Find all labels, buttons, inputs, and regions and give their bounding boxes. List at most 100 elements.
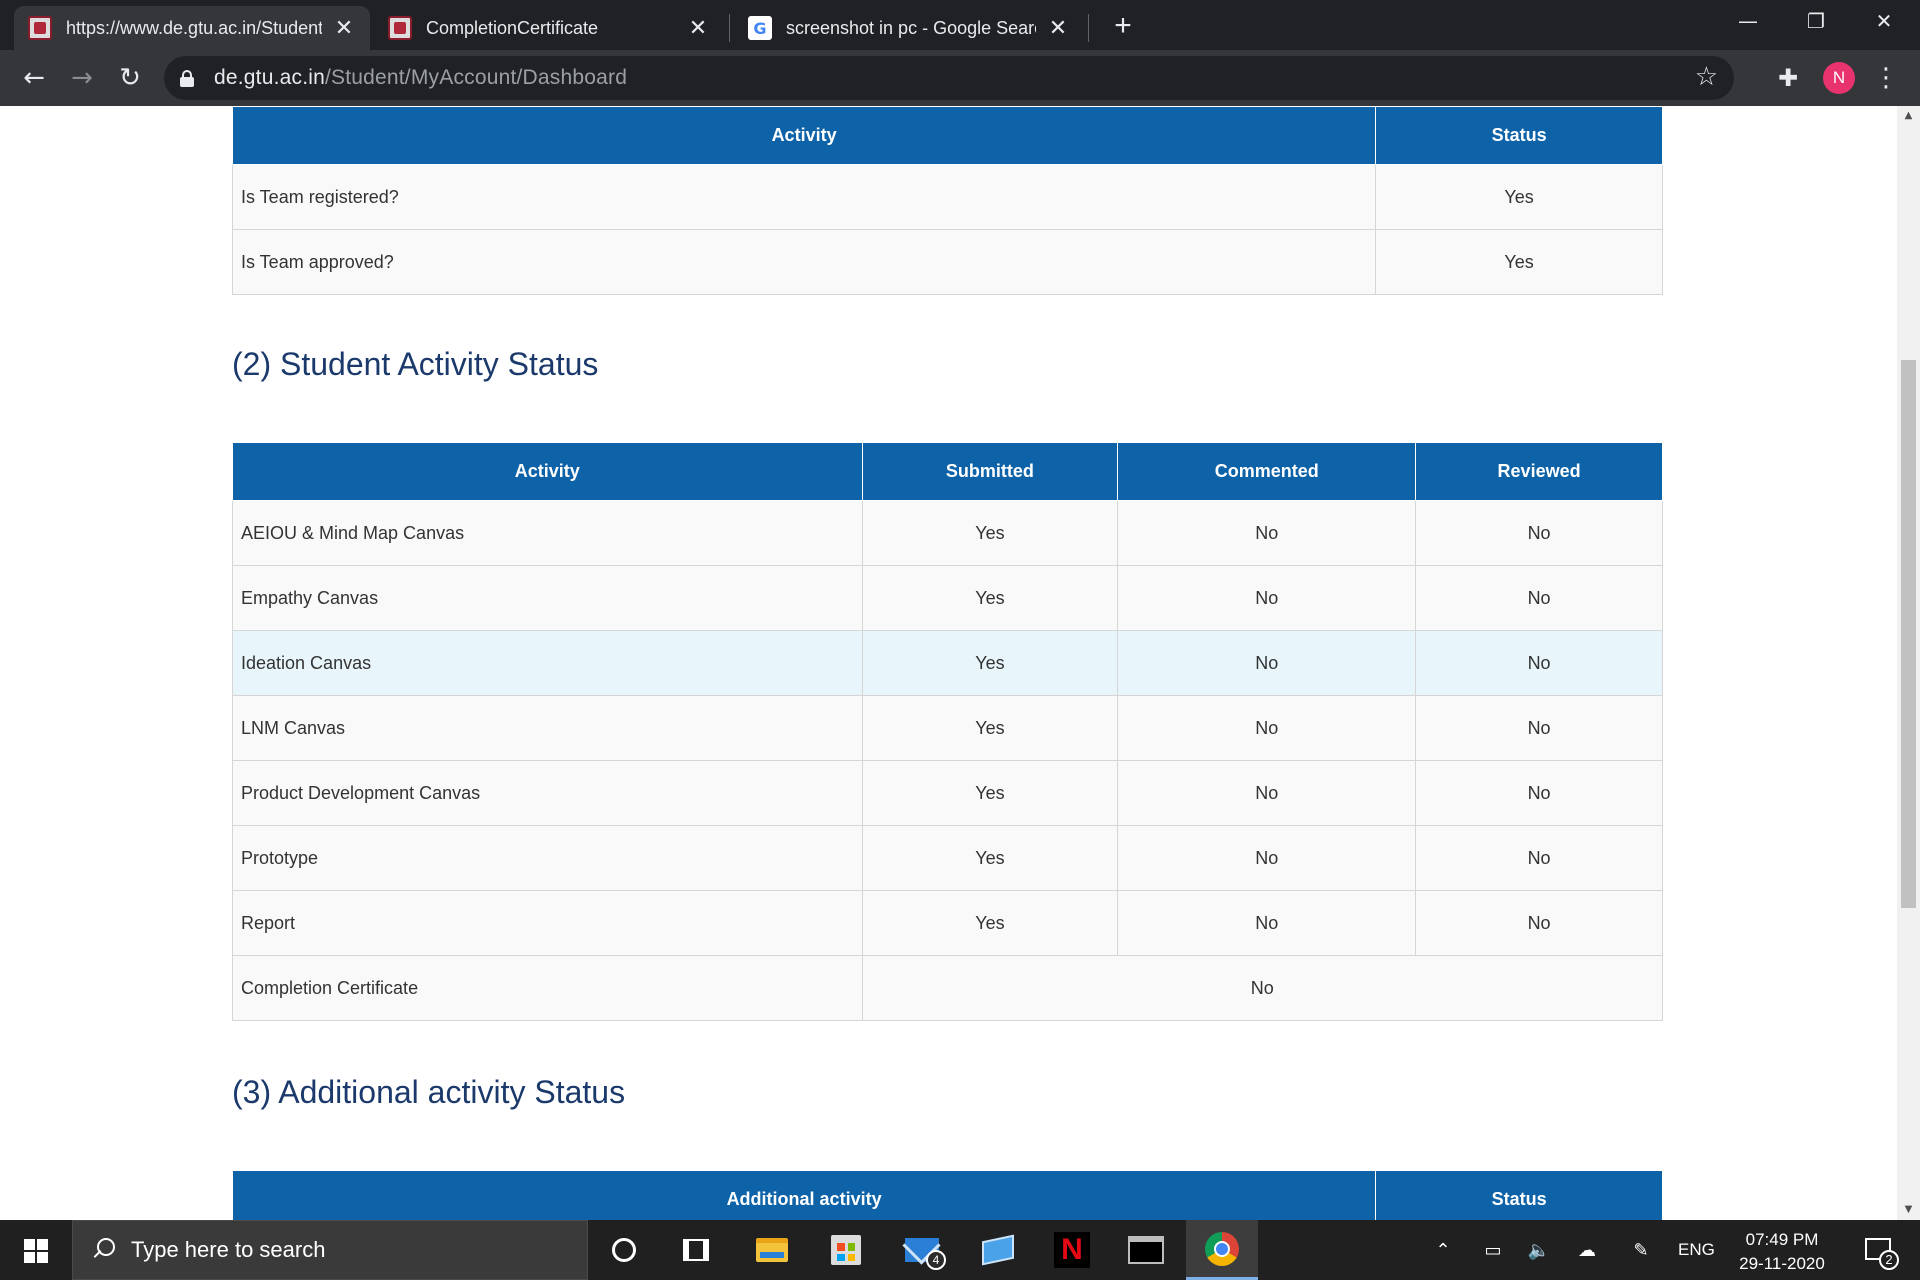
google-favicon-icon: G <box>748 16 772 40</box>
cortana-button[interactable] <box>588 1220 660 1280</box>
scrollbar-thumb[interactable] <box>1901 360 1916 908</box>
reviewed-cell: No <box>1415 890 1663 956</box>
activity-cell: Report <box>232 890 863 956</box>
command-prompt-button[interactable] <box>1110 1220 1182 1280</box>
forward-arrow-icon[interactable]: → <box>62 58 102 98</box>
windows-logo-icon <box>24 1239 48 1263</box>
tab-title: screenshot in pc - Google Search <box>786 17 1036 38</box>
table-row: Ideation Canvas Yes No No <box>232 630 1663 696</box>
section-title-additional-activity: (3) Additional activity Status <box>232 1074 626 1110</box>
table-row: Empathy Canvas Yes No No <box>232 565 1663 631</box>
profile-avatar[interactable]: N <box>1823 62 1855 94</box>
onedrive-cloud-icon[interactable]: ☁ <box>1570 1220 1604 1280</box>
new-tab-button[interactable]: + <box>1105 8 1141 44</box>
scroll-up-arrow-icon[interactable]: ▲ <box>1897 106 1920 126</box>
browser-menu-icon[interactable]: ⋮ <box>1873 60 1899 96</box>
minimize-button[interactable]: — <box>1714 0 1782 42</box>
clock-date: 29-11-2020 <box>1739 1254 1825 1273</box>
chrome-taskbar-button[interactable] <box>1186 1220 1258 1280</box>
microsoft-store-button[interactable] <box>810 1220 882 1280</box>
close-tab-icon[interactable]: ✕ <box>1046 15 1070 41</box>
column-header-reviewed: Reviewed <box>1415 442 1663 501</box>
bookmark-star-icon[interactable]: ☆ <box>1695 62 1718 92</box>
table-row: Is Team registered? Yes <box>231 164 1663 230</box>
submitted-cell: Yes <box>861 630 1119 696</box>
table-row: Prototype Yes No No <box>232 825 1663 891</box>
show-hidden-icons-chevron-icon[interactable]: ⌃ <box>1428 1220 1458 1280</box>
activity-cell: LNM Canvas <box>232 695 863 761</box>
url-path: /Student/MyAccount/Dashboard <box>324 66 628 89</box>
submitted-cell: Yes <box>861 890 1119 956</box>
laptop-app-button[interactable] <box>962 1220 1034 1280</box>
column-header-status: Status <box>1375 1170 1663 1220</box>
table-row: LNM Canvas Yes No No <box>232 695 1663 761</box>
mail-unread-badge: 4 <box>926 1250 946 1270</box>
submitted-cell: Yes <box>861 825 1119 891</box>
column-header-activity: Activity <box>232 442 863 501</box>
close-tab-icon[interactable]: ✕ <box>332 15 356 41</box>
activity-cell: Product Development Canvas <box>232 760 863 826</box>
additional-activity-table: Additional activity Status <box>231 1170 1663 1220</box>
section-title-student-activity: (2) Student Activity Status <box>232 346 599 382</box>
submitted-cell: Yes <box>861 695 1119 761</box>
extensions-puzzle-icon[interactable]: ✚ <box>1774 64 1802 92</box>
clock-time: 07:49 PM <box>1745 1230 1819 1249</box>
language-indicator[interactable]: ENG <box>1678 1220 1715 1280</box>
tab-title: https://www.de.gtu.ac.in/Student/MyAccou… <box>66 17 322 38</box>
back-arrow-icon[interactable]: ← <box>14 58 54 98</box>
browser-tab-strip: https://www.de.gtu.ac.in/Student/MyAccou… <box>0 0 1920 50</box>
tab-separator <box>729 14 730 42</box>
commented-cell: No <box>1117 500 1417 566</box>
tab-completion-certificate[interactable]: CompletionCertificate ✕ <box>374 6 724 50</box>
page-content: Activity Status Is Team registered? Yes Is… <box>0 106 1897 1220</box>
task-view-button[interactable] <box>660 1220 732 1280</box>
address-bar[interactable]: de.gtu.ac.in/Student/MyAccount/Dashboard… <box>164 56 1734 100</box>
tab-dashboard[interactable]: https://www.de.gtu.ac.in/Student/MyAccou… <box>14 6 370 50</box>
close-tab-icon[interactable]: ✕ <box>686 15 710 41</box>
scroll-down-arrow-icon[interactable]: ▼ <box>1897 1200 1920 1220</box>
notification-count-badge: 2 <box>1879 1250 1899 1270</box>
action-center-button[interactable]: 2 <box>1855 1220 1905 1280</box>
taskbar-search-box[interactable]: Type here to search <box>72 1220 588 1280</box>
volume-icon[interactable]: 🔈 <box>1522 1220 1556 1280</box>
reviewed-cell: No <box>1415 630 1663 696</box>
column-header-activity: Activity <box>231 106 1377 165</box>
start-button[interactable] <box>0 1220 70 1280</box>
url-text[interactable]: de.gtu.ac.in/Student/MyAccount/Dashboard <box>214 66 627 90</box>
laptop-icon <box>982 1234 1014 1266</box>
activity-cell: Is Team approved? <box>231 229 1377 295</box>
commented-cell: No <box>1117 630 1417 696</box>
terminal-icon <box>1128 1236 1164 1264</box>
team-status-table: Activity Status Is Team registered? Yes Is… <box>231 106 1663 295</box>
table-row: Product Development Canvas Yes No No <box>232 760 1663 826</box>
chrome-icon <box>1205 1231 1239 1266</box>
page-scrollbar[interactable]: ▲ ▼ <box>1897 106 1920 1220</box>
cortana-circle-icon <box>612 1238 636 1262</box>
activity-cell: Ideation Canvas <box>232 630 863 696</box>
windows-taskbar: Type here to search 4 N ⌃ ▭ 🔈 ☁ ✎ ENG 07… <box>0 1220 1920 1280</box>
search-icon <box>91 1238 115 1262</box>
close-window-button[interactable]: ✕ <box>1850 0 1918 42</box>
taskbar-clock[interactable]: 07:49 PM 29-11-2020 <box>1730 1228 1834 1276</box>
gtu-favicon-icon <box>28 16 52 40</box>
file-explorer-button[interactable] <box>736 1220 808 1280</box>
netflix-button[interactable]: N <box>1036 1220 1108 1280</box>
commented-cell: No <box>1117 825 1417 891</box>
gtu-favicon-icon <box>388 16 412 40</box>
certificate-status-cell: No <box>861 955 1663 1021</box>
student-activity-table: Activity Submitted Commented Reviewed AE… <box>232 442 1663 1021</box>
folder-icon <box>756 1238 788 1262</box>
activity-cell: Prototype <box>232 825 863 891</box>
battery-icon[interactable]: ▭ <box>1476 1220 1510 1280</box>
mail-button[interactable]: 4 <box>886 1220 958 1280</box>
table-row: Is Team approved? Yes <box>231 229 1663 295</box>
reload-icon[interactable]: ↻ <box>110 58 150 98</box>
tab-google-search[interactable]: G screenshot in pc - Google Search ✕ <box>734 6 1084 50</box>
column-header-submitted: Submitted <box>861 442 1119 501</box>
restore-button[interactable]: ❐ <box>1782 0 1850 42</box>
lock-icon[interactable] <box>180 70 194 87</box>
task-view-icon <box>683 1239 709 1261</box>
table-row: Report Yes No No <box>232 890 1663 956</box>
search-placeholder: Type here to search <box>131 1237 326 1262</box>
pen-icon[interactable]: ✎ <box>1624 1220 1658 1280</box>
